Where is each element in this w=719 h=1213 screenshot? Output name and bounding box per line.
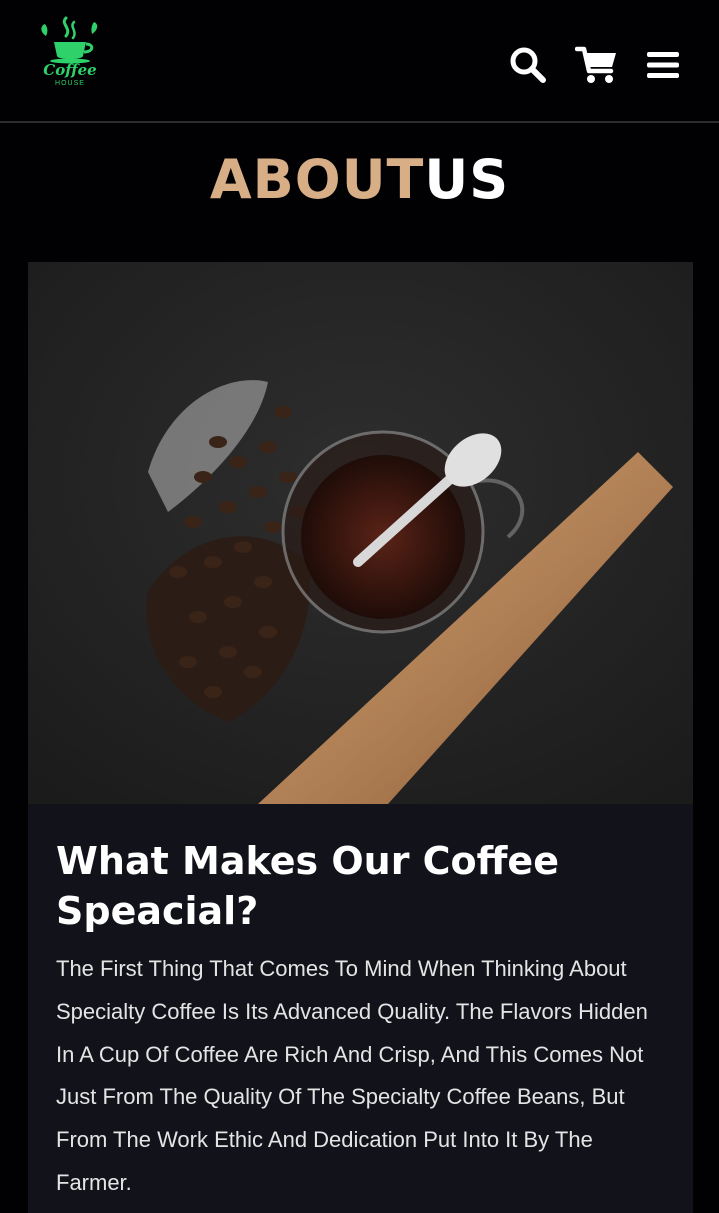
coffee-cup-logo-icon	[41, 16, 98, 64]
logo-subtitle: HOUSE	[55, 80, 85, 87]
card-body-text: The First Thing That Comes To Mind When …	[56, 956, 648, 1195]
title-about: ABOUT	[209, 148, 425, 211]
coffee-beans-image	[28, 262, 693, 804]
title-us: US	[424, 148, 510, 211]
page-title: ABOUTUS	[0, 148, 719, 212]
about-card: What Makes Our Coffee Speacial? The Firs…	[28, 262, 693, 1213]
coffee-house-logo[interactable]: Coffee HOUSE	[36, 14, 104, 96]
search-icon	[510, 47, 546, 83]
site-header: Coffee HOUSE	[0, 0, 719, 123]
card-heading: What Makes Our Coffee Speacial?	[56, 839, 559, 933]
cart-button[interactable]	[572, 40, 622, 90]
menu-icon	[647, 52, 679, 78]
search-button[interactable]	[503, 40, 553, 90]
logo-wordmark: Coffee	[43, 61, 97, 79]
coffee-photo	[28, 262, 693, 804]
menu-button[interactable]	[638, 40, 688, 90]
cart-icon	[575, 46, 616, 83]
